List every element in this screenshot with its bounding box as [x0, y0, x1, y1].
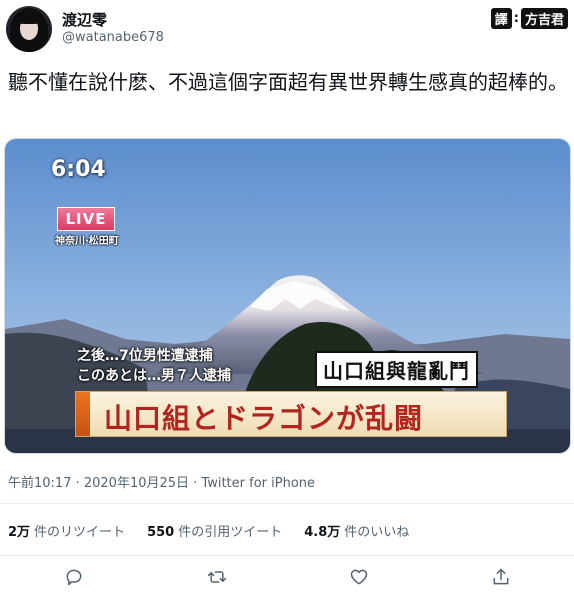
divider [0, 503, 574, 504]
likes-label: 件のいいね [344, 525, 410, 540]
news-headline: 山口組とドラゴンが乱闘 [104, 402, 424, 435]
translation-caption: 山口組與龍亂鬥 [315, 351, 478, 388]
broadcast-time: 6:04 [51, 157, 106, 182]
quotes-stat[interactable]: 550 件の引用ツイート [147, 521, 282, 540]
retweets-count: 2万 [8, 525, 31, 540]
likes-count: 4.8万 [304, 525, 341, 540]
quotes-label: 件の引用ツイート [178, 525, 283, 540]
translator-badge: 譯 : 方吉君 [490, 8, 568, 29]
quotes-count: 550 [147, 525, 175, 540]
subtitle-chinese: 之後…7位男性遭逮捕 [77, 348, 213, 364]
retweets-stat[interactable]: 2万 件のリツイート [8, 521, 125, 540]
divider [0, 555, 574, 556]
tweet-actions [0, 566, 574, 594]
tweet-stats: 2万 件のリツイート 550 件の引用ツイート 4.8万 件のいいね [8, 521, 409, 540]
like-button[interactable] [348, 566, 370, 588]
translator-badge-separator: : [513, 11, 519, 26]
reply-icon [66, 569, 82, 586]
retweets-label: 件のリツイート [34, 525, 126, 540]
headline-accent [76, 392, 90, 436]
display-name[interactable]: 渡辺零 [62, 9, 107, 30]
subtitle-japanese: このあとは…男７人逮捕 [77, 368, 231, 384]
live-badge: LIVE [57, 207, 115, 231]
share-icon [493, 568, 509, 585]
avatar[interactable] [6, 6, 52, 52]
translator-badge-right: 方吉君 [520, 8, 568, 29]
translator-badge-left: 譯 [490, 8, 512, 29]
retweet-button[interactable] [206, 566, 228, 588]
retweet-icon [207, 571, 227, 583]
tweet-text: 聽不懂在說什麽、不過這個字面超有異世界轉生感真的超棒的。 [8, 70, 568, 94]
live-location: 神奈川·松田町 [55, 236, 119, 247]
tweet-header: 渡辺零 @watanabe678 譯 : 方吉君 [0, 0, 574, 58]
like-icon [350, 569, 368, 585]
share-button[interactable] [490, 566, 512, 588]
likes-stat[interactable]: 4.8万 件のいいね [304, 521, 409, 540]
tweet-timestamp[interactable]: 午前10:17 · 2020年10月25日 · Twitter for iPho… [8, 472, 315, 491]
user-handle[interactable]: @watanabe678 [62, 30, 164, 45]
news-headline-bar: 山口組とドラゴンが乱闘 [75, 391, 507, 437]
reply-button[interactable] [63, 566, 85, 588]
tweet-media[interactable]: 6:04 LIVE 神奈川·松田町 之後…7位男性遭逮捕 このあとは…男７人逮捕… [4, 138, 571, 454]
